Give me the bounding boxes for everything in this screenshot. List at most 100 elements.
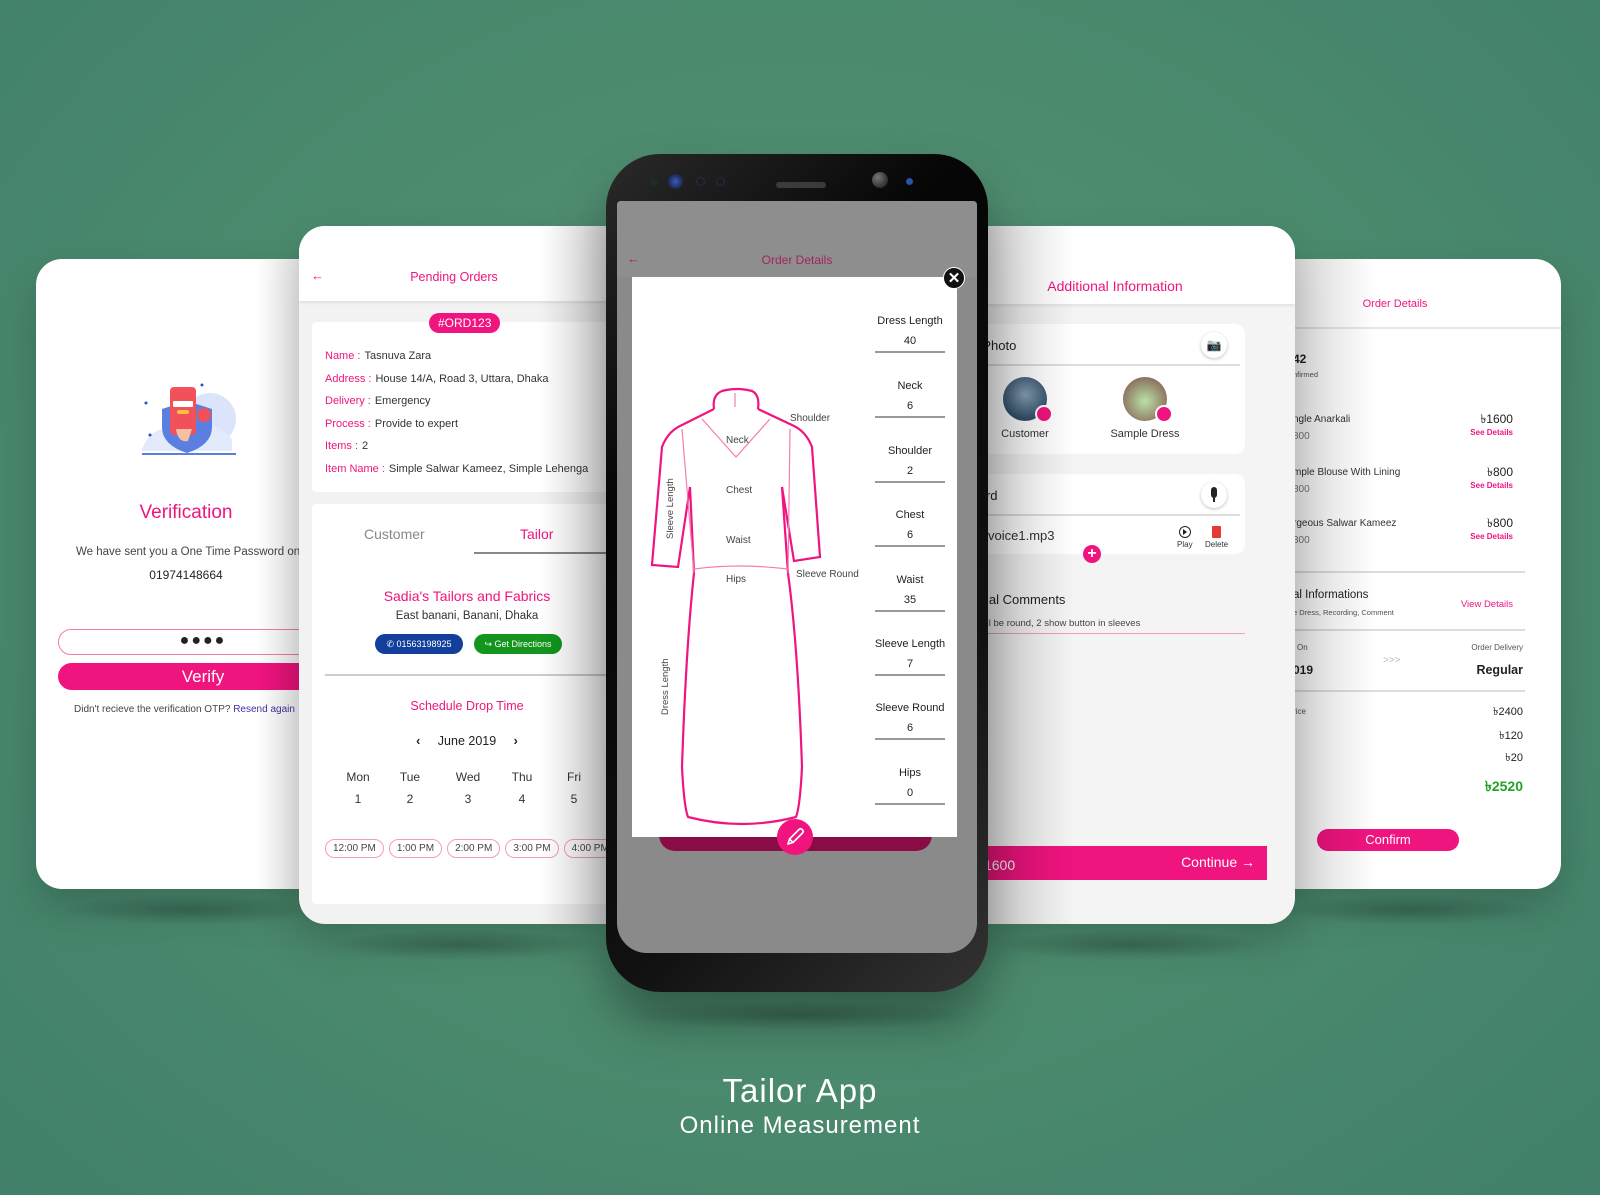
- info-row: Process : Provide to expert: [325, 418, 588, 441]
- info-key: Delivery :: [325, 395, 371, 407]
- thumb-label: Customer: [1001, 428, 1049, 440]
- camera-badge-icon[interactable]: [1155, 405, 1173, 423]
- field-value[interactable]: 35: [875, 594, 945, 612]
- trash-icon: [1212, 526, 1222, 538]
- divider: [965, 514, 1240, 516]
- time-slot[interactable]: 2:00 PM: [447, 839, 501, 858]
- verify-button[interactable]: Verify: [58, 663, 326, 690]
- floor-shadow: [1280, 895, 1540, 925]
- measurement-field-sleeve-round[interactable]: Sleeve Round 6: [868, 702, 952, 740]
- customer-photo[interactable]: [1003, 377, 1053, 423]
- play-button[interactable]: Play: [1177, 526, 1193, 549]
- tab-tailor[interactable]: Tailor: [520, 526, 553, 542]
- record-section: ecord voice1.mp3 Play Delete: [965, 474, 1245, 554]
- field-value[interactable]: 40: [875, 335, 945, 353]
- resend-link[interactable]: Resend again: [233, 704, 295, 715]
- chevron-left-icon[interactable]: ‹: [416, 734, 420, 748]
- pending-orders-screen: ← Pending Orders #ORD123 Name : Tasnuva Z…: [299, 226, 609, 924]
- day-number: 3: [464, 792, 472, 806]
- delete-button[interactable]: Delete: [1205, 526, 1228, 549]
- time-slot[interactable]: 1:00 PM: [388, 839, 443, 858]
- continue-button[interactable]: Continue →: [1181, 854, 1255, 870]
- price-value: ৳20: [1505, 752, 1523, 764]
- field-label: Shoulder: [887, 445, 933, 457]
- field-value[interactable]: 6: [875, 722, 945, 740]
- add-recording-button[interactable]: +: [1083, 545, 1101, 563]
- diagram-label-dress-length: Dress Length: [660, 658, 671, 715]
- measurement-field-neck[interactable]: Neck 6: [868, 380, 952, 418]
- otp-input[interactable]: ●●●●: [58, 629, 326, 655]
- call-button[interactable]: ✆ 01563198925: [375, 634, 463, 654]
- get-directions-button[interactable]: ↪ Get Directions: [474, 634, 562, 654]
- measurement-field-waist[interactable]: Waist 35: [868, 574, 952, 612]
- order-info-list: Name : Tasnuva Zara Address : House 14/A, …: [325, 350, 588, 485]
- measurement-field-dress-length[interactable]: Dress Length 40: [868, 315, 952, 353]
- play-label: Play: [1177, 540, 1193, 549]
- page-title: Additional Information: [1047, 278, 1183, 294]
- page-title: Pending Orders: [410, 270, 498, 284]
- play-icon: [1178, 526, 1191, 538]
- time-slot[interactable]: 3:00 PM: [505, 839, 559, 858]
- item-name: mple Blouse With Lining: [1293, 467, 1401, 478]
- confirm-button[interactable]: Confirm: [1317, 829, 1459, 851]
- day-name: Wed: [455, 770, 481, 784]
- measurement-field-sleeve-length[interactable]: Sleeve Length 7: [868, 638, 952, 676]
- additional-information-screen: Additional Information ke Photo 📷 Custom…: [965, 226, 1295, 924]
- field-value[interactable]: 0: [875, 787, 945, 805]
- app-header: Additional Information: [965, 226, 1295, 304]
- day-cell[interactable]: Tue 2: [390, 770, 430, 806]
- measurement-field-shoulder[interactable]: Shoulder 2: [868, 445, 952, 483]
- see-details-link[interactable]: See Details: [1470, 428, 1513, 437]
- measurement-field-chest[interactable]: Chest 6: [868, 509, 952, 547]
- see-details-link[interactable]: See Details: [1470, 532, 1513, 541]
- ordered-on-value: 019: [1293, 663, 1314, 677]
- day-cell[interactable]: Fri 5: [554, 770, 594, 806]
- app-header: ← Order Details: [617, 201, 977, 277]
- field-value[interactable]: 6: [875, 400, 945, 418]
- info-value: Emergency: [374, 395, 431, 407]
- divider: [1293, 629, 1525, 631]
- info-key: Address :: [325, 372, 372, 385]
- chevron-right-icon[interactable]: ›: [514, 734, 518, 748]
- info-value: Tasnuva Zara: [364, 350, 432, 362]
- field-value[interactable]: 6: [875, 529, 945, 547]
- diagram-label-chest: Chest: [726, 485, 752, 496]
- divider: [1293, 571, 1525, 573]
- camera-badge-icon[interactable]: [1035, 405, 1053, 423]
- view-details-link[interactable]: View Details: [1461, 599, 1513, 610]
- page-title: Order Details: [761, 253, 833, 267]
- order-item: rgeous Salwar Kameez 300 ৳800 See Detail…: [1293, 516, 1513, 546]
- field-value[interactable]: 2: [875, 465, 945, 483]
- phone-screen: ← Order Details Shoulder Neck Chest Wais…: [617, 201, 977, 953]
- take-photo-section: ke Photo 📷 Customer Sample Dress: [965, 324, 1245, 454]
- sensor-icon: [650, 178, 658, 186]
- info-row: Name : Tasnuva Zara: [325, 350, 588, 373]
- day-cell[interactable]: Wed 3: [448, 770, 488, 806]
- sample-dress-photo[interactable]: [1123, 377, 1173, 423]
- day-number: 1: [354, 792, 362, 806]
- voice-file-name: voice1.mp3: [988, 528, 1055, 543]
- divider: [1293, 690, 1525, 692]
- time-slot[interactable]: 12:00 PM: [325, 839, 384, 858]
- measurement-field-hips[interactable]: Hips 0: [868, 767, 952, 805]
- phone-device: ← Order Details Shoulder Neck Chest Wais…: [606, 154, 988, 992]
- tab-customer[interactable]: Customer: [364, 526, 425, 542]
- field-value[interactable]: 7: [875, 658, 945, 676]
- edit-button[interactable]: [777, 819, 813, 855]
- additional-comments-input[interactable]: es will be round, 2 show button in sleev…: [965, 618, 1245, 634]
- info-value: Simple Salwar Kameez, Simple Lehenga: [388, 462, 589, 475]
- item-name: rgeous Salwar Kameez: [1293, 518, 1397, 529]
- day-cell[interactable]: Thu 4: [502, 770, 542, 806]
- field-label: Sleeve Round: [875, 702, 945, 714]
- microphone-icon[interactable]: [1201, 482, 1227, 508]
- see-details-link[interactable]: See Details: [1470, 481, 1513, 490]
- active-tab-indicator: [474, 552, 609, 554]
- time-slot[interactable]: 4:00 PM: [563, 839, 609, 858]
- time-slots: 12:00 PM 1:00 PM 2:00 PM 3:00 PM 4:00 PM: [325, 838, 609, 858]
- dress-diagram: Shoulder Neck Chest Waist Hips Sleeve Ro…: [650, 387, 859, 826]
- info-value: House 14/A, Road 3, Uttara, Dhaka: [375, 372, 549, 385]
- close-icon[interactable]: ✕: [943, 267, 965, 289]
- day-cell[interactable]: Mon 1: [338, 770, 378, 806]
- sensor-icon: [696, 177, 705, 186]
- camera-icon[interactable]: 📷: [1201, 332, 1227, 358]
